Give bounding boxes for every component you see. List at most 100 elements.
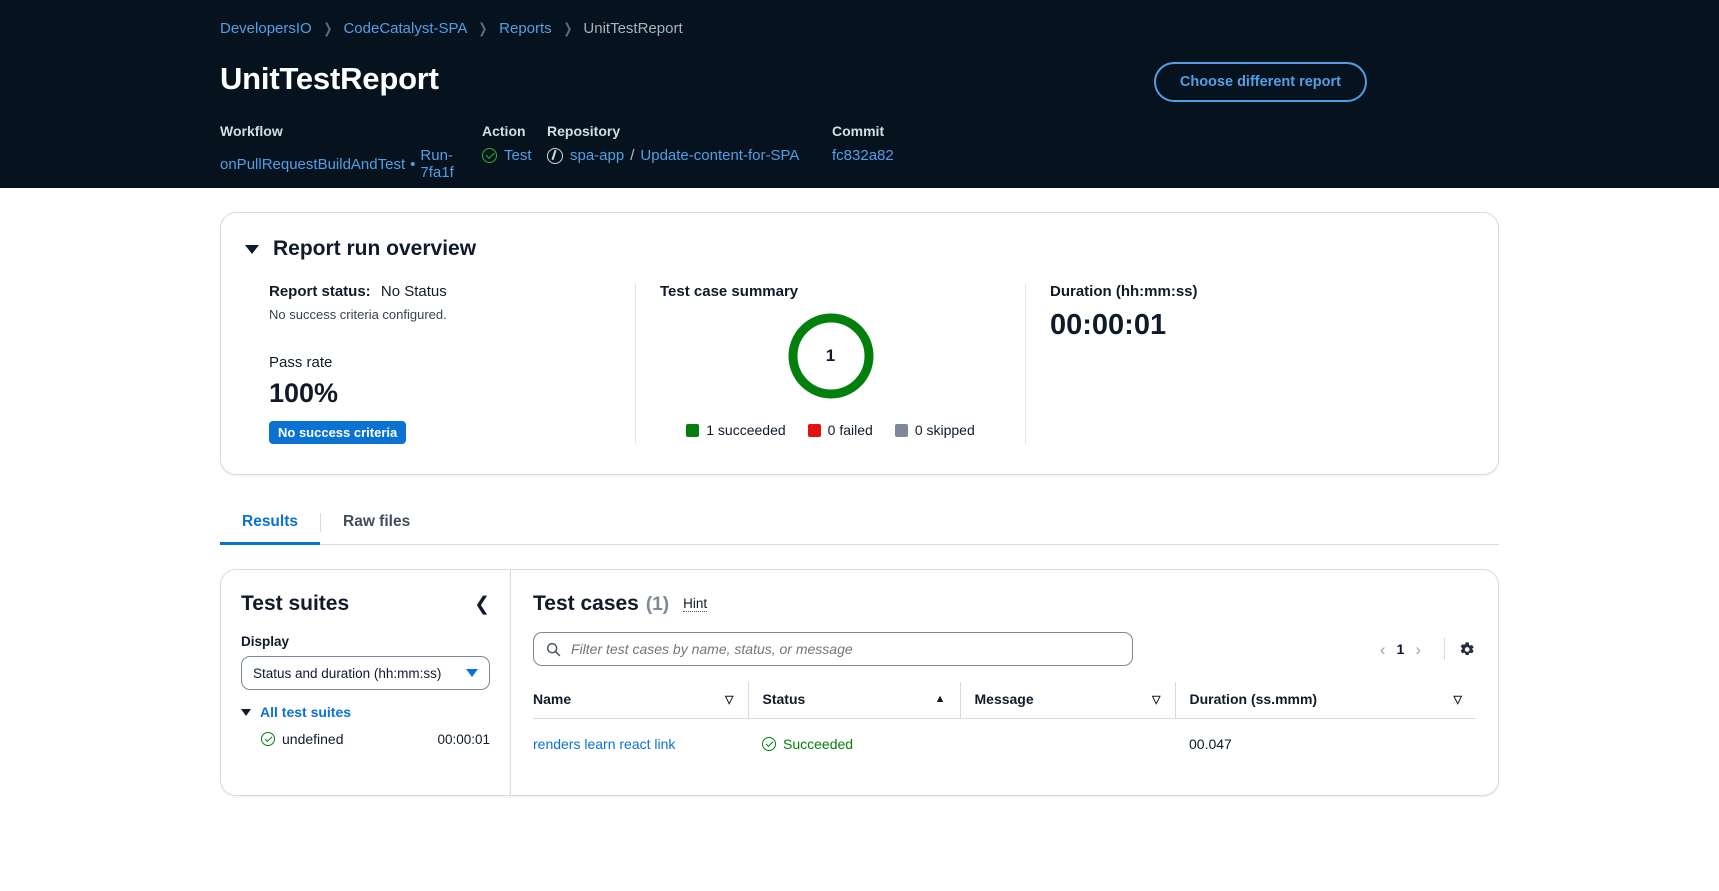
page-header: DevelopersIO ❯ CodeCatalyst-SPA ❯ Report… — [0, 0, 1719, 188]
meta-commit: Commit fc832a82 — [832, 123, 894, 181]
legend-label-succeeded: 1 succeeded — [706, 422, 785, 438]
pagination: ‹ 1 › — [1369, 638, 1476, 660]
check-circle-icon — [261, 732, 275, 746]
sort-descending-icon: ▽ — [1152, 693, 1160, 706]
legend-item-failed: 0 failed — [808, 422, 873, 438]
meta-commit-label: Commit — [832, 123, 894, 139]
test-case-link[interactable]: renders learn react link — [533, 736, 675, 752]
list-item[interactable]: undefined 00:00:01 — [241, 731, 490, 747]
breadcrumb-item-codecatalyst-spa[interactable]: CodeCatalyst-SPA — [343, 20, 467, 37]
test-cases-toolbar: ‹ 1 › — [533, 632, 1476, 666]
test-cases-header: Test cases (1) Hint — [533, 592, 1476, 616]
pagination-page-number[interactable]: 1 — [1397, 641, 1405, 657]
branch-link[interactable]: Update-content-for-SPA — [640, 147, 799, 164]
table-header-row: Name ▽ Status ▲ Message — [533, 682, 1476, 719]
report-status-value: No Status — [381, 283, 447, 300]
meta-action-value: Test — [482, 147, 547, 164]
workflow-link[interactable]: onPullRequestBuildAndTest — [220, 156, 405, 173]
chevron-down-icon — [466, 669, 478, 677]
donut-chart-wrapper: 1 — [660, 310, 1001, 402]
chevron-left-icon[interactable]: ❮ — [474, 595, 490, 614]
search-box[interactable] — [533, 632, 1133, 666]
duration-label: Duration (hh:mm:ss) — [1050, 283, 1450, 300]
breadcrumb-separator-icon: ❯ — [323, 20, 332, 37]
legend-swatch-succeeded — [686, 424, 699, 437]
tab-results[interactable]: Results — [220, 501, 320, 545]
workflow-separator: • — [410, 156, 415, 173]
donut-center-value: 1 — [785, 310, 877, 402]
tab-raw-files[interactable]: Raw files — [321, 501, 432, 545]
chart-legend: 1 succeeded 0 failed 0 skipped — [660, 422, 1001, 438]
meta-action-label: Action — [482, 123, 547, 139]
legend-item-skipped: 0 skipped — [895, 422, 975, 438]
workflow-run-link[interactable]: Run-7fa1f — [420, 147, 482, 181]
legend-swatch-failed — [808, 424, 821, 437]
gear-glyph — [1457, 640, 1476, 659]
display-select[interactable]: Status and duration (hh:mm:ss) — [241, 656, 490, 690]
pass-rate-value: 100% — [269, 378, 611, 409]
tab-bar: Results Raw files — [220, 501, 1499, 545]
sort-ascending-icon: ▲ — [935, 693, 946, 705]
report-status-sub: No success criteria configured. — [269, 307, 611, 322]
check-circle-icon — [762, 737, 776, 751]
commit-link[interactable]: fc832a82 — [832, 147, 894, 164]
pass-rate-label: Pass rate — [269, 354, 611, 371]
repository-link[interactable]: spa-app — [570, 147, 624, 164]
meta-workflow-value: onPullRequestBuildAndTest • Run-7fa1f — [220, 147, 482, 181]
check-circle-icon — [482, 148, 497, 163]
pagination-next-button[interactable]: › — [1404, 641, 1432, 658]
breadcrumb-item-developersio[interactable]: DevelopersIO — [220, 20, 312, 37]
legend-label-failed: 0 failed — [828, 422, 873, 438]
meta-workflow-label: Workflow — [220, 123, 482, 139]
repository-icon — [547, 148, 563, 164]
choose-different-report-button[interactable]: Choose different report — [1154, 62, 1367, 102]
section-title: Report run overview — [273, 237, 476, 261]
overview-status-column: Report status: No Status No success crit… — [245, 283, 635, 444]
display-label: Display — [241, 634, 490, 649]
column-header-status[interactable]: Status ▲ — [748, 682, 960, 719]
chevron-down-icon[interactable] — [245, 245, 259, 254]
column-header-name[interactable]: Name ▽ — [533, 682, 748, 719]
meta-repository-label: Repository — [547, 123, 832, 139]
column-header-message[interactable]: Message ▽ — [960, 682, 1175, 719]
duration-value: 00:00:01 — [1050, 309, 1450, 342]
chevron-down-icon — [241, 709, 251, 716]
report-status-line: Report status: No Status — [269, 283, 611, 300]
overview-duration-column: Duration (hh:mm:ss) 00:00:01 — [1025, 283, 1474, 444]
report-run-overview-card: Report run overview Report status: No St… — [220, 212, 1499, 475]
cell-duration: 00.047 — [1175, 719, 1476, 770]
meta-repository: Repository spa-app / Update-content-for-… — [547, 123, 832, 181]
repository-path-separator: / — [630, 147, 634, 164]
overview-grid: Report status: No Status No success crit… — [245, 283, 1474, 444]
table-row[interactable]: renders learn react link Succeeded 00.04… — [533, 719, 1476, 770]
column-header-duration[interactable]: Duration (ss.mmm) ▽ — [1175, 682, 1476, 719]
report-status-label: Report status: — [269, 283, 371, 300]
breadcrumb-item-reports[interactable]: Reports — [499, 20, 552, 37]
main-content: Report run overview Report status: No St… — [0, 212, 1719, 796]
legend-swatch-skipped — [895, 424, 908, 437]
pagination-prev-button[interactable]: ‹ — [1369, 641, 1397, 658]
gear-icon[interactable] — [1457, 640, 1476, 659]
toolbar-divider — [1444, 638, 1445, 660]
report-run-overview-header: Report run overview — [245, 237, 1474, 261]
test-cases-panel: Test cases (1) Hint ‹ 1 › — [510, 569, 1499, 796]
test-suites-title: Test suites — [241, 592, 349, 616]
test-cases-title: Test cases — [533, 592, 639, 616]
suite-duration: 00:00:01 — [437, 732, 490, 747]
test-cases-table: Name ▽ Status ▲ Message — [533, 682, 1476, 769]
status-text: Succeeded — [783, 736, 853, 752]
column-label-message: Message — [975, 691, 1153, 707]
table-header: Name ▽ Status ▲ Message — [533, 682, 1476, 719]
tree-root-label: All test suites — [260, 704, 351, 720]
cell-name: renders learn react link — [533, 719, 748, 770]
test-case-donut-chart: 1 — [785, 310, 877, 402]
meta-action: Action Test — [482, 123, 547, 181]
search-input[interactable] — [571, 641, 1120, 657]
hint-link[interactable]: Hint — [683, 596, 707, 612]
action-link[interactable]: Test — [504, 147, 532, 164]
column-label-duration: Duration (ss.mmm) — [1190, 691, 1454, 707]
test-suites-tree: All test suites undefined 00:00:01 — [241, 704, 490, 747]
tree-node-all-test-suites[interactable]: All test suites — [241, 704, 490, 720]
display-select-value: Status and duration (hh:mm:ss) — [253, 666, 441, 681]
results-panels: Test suites ❮ Display Status and duratio… — [220, 569, 1499, 796]
